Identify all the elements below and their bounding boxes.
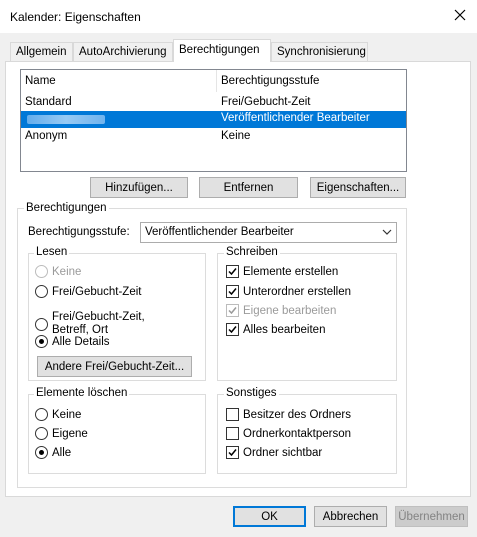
add-button[interactable]: Hinzufügen...: [90, 177, 188, 198]
chevron-down-icon: [382, 227, 392, 239]
properties-button[interactable]: Eigenschaften...: [310, 177, 406, 198]
row-level: Veröffentlichender Bearbeiter: [221, 112, 370, 124]
column-separator: [216, 70, 217, 92]
radio-button[interactable]: [35, 427, 48, 440]
write-option-edit-own[interactable]: Eigene bearbeiten: [226, 304, 336, 317]
option-label: Keine: [52, 408, 82, 421]
option-label: Besitzer des Ordners: [243, 408, 352, 421]
radio-button[interactable]: [35, 446, 48, 459]
option-label: Alle Details: [52, 335, 110, 348]
write-option-edit-all[interactable]: Alles bearbeiten: [226, 323, 325, 336]
list-row[interactable]: Anonym Keine: [21, 129, 406, 146]
option-label: Alle: [52, 446, 72, 459]
write-option-create-items[interactable]: Elemente erstellen: [226, 265, 338, 278]
tab-synchronisierung[interactable]: Synchronisierung: [271, 42, 368, 61]
close-icon[interactable]: [448, 3, 472, 27]
tab-autoarchivierung[interactable]: AutoArchivierung: [73, 42, 173, 61]
checkbox[interactable]: [226, 265, 239, 278]
list-header: Name Berechtigungsstufe: [21, 70, 406, 92]
level-select-value: Veröffentlichender Bearbeiter: [145, 226, 294, 238]
option-label: Eigene bearbeiten: [243, 304, 337, 317]
delete-option-all[interactable]: Alle: [35, 446, 71, 459]
tab-berechtigungen[interactable]: Berechtigungen: [173, 39, 271, 62]
column-name-header[interactable]: Name: [25, 75, 56, 87]
window-title: Kalender: Eigenschaften: [10, 10, 141, 24]
option-label: Elemente erstellen: [243, 265, 339, 278]
option-label: Alles bearbeiten: [243, 323, 326, 336]
option-label-line1: Frei/Gebucht-Zeit,: [52, 311, 145, 323]
option-label: Eigene: [52, 427, 88, 440]
radio-button[interactable]: [35, 265, 48, 278]
read-option-freebusy-subject[interactable]: Frei/Gebucht-Zeit, Betreff, Ort: [35, 311, 145, 337]
other-freebusy-button[interactable]: Andere Frei/Gebucht-Zeit...: [37, 356, 192, 377]
row-level: Frei/Gebucht-Zeit: [221, 96, 311, 108]
row-level: Keine: [221, 130, 251, 142]
read-option-freebusy[interactable]: Frei/Gebucht-Zeit: [35, 285, 141, 298]
checkbox[interactable]: [226, 285, 239, 298]
apply-button[interactable]: Übernehmen: [395, 506, 468, 527]
redacted-name: [27, 115, 105, 124]
checkbox[interactable]: [226, 323, 239, 336]
other-group-label: Sonstiges: [224, 387, 279, 399]
other-option-folder-visible[interactable]: Ordner sichtbar: [226, 446, 322, 459]
option-label: Ordner sichtbar: [243, 446, 323, 459]
read-option-all-details[interactable]: Alle Details: [35, 335, 110, 348]
other-option-folder-contact[interactable]: Ordnerkontaktperson: [226, 427, 351, 440]
checkbox[interactable]: [226, 304, 239, 317]
delete-option-none[interactable]: Keine: [35, 408, 81, 421]
write-option-create-subfolders[interactable]: Unterordner erstellen: [226, 285, 351, 298]
option-label: Frei/Gebucht-Zeit: [52, 285, 142, 298]
radio-button[interactable]: [35, 285, 48, 298]
permissions-group-label: Berechtigungen: [24, 202, 109, 214]
option-label: Keine: [52, 265, 82, 278]
delete-option-own[interactable]: Eigene: [35, 427, 88, 440]
row-name: Standard: [25, 96, 72, 108]
cancel-button[interactable]: Abbrechen: [314, 506, 387, 527]
radio-button[interactable]: [35, 317, 48, 331]
checkbox[interactable]: [226, 446, 239, 459]
read-group-label: Lesen: [34, 246, 70, 258]
list-row-selected[interactable]: Veröffentlichender Bearbeiter: [21, 111, 406, 128]
radio-button[interactable]: [35, 335, 48, 348]
read-option-none[interactable]: Keine: [35, 265, 81, 278]
level-label: Berechtigungsstufe:: [28, 226, 130, 238]
checkbox[interactable]: [226, 408, 239, 421]
row-name: Anonym: [25, 130, 68, 142]
list-row[interactable]: Standard Frei/Gebucht-Zeit: [21, 95, 406, 112]
level-select[interactable]: Veröffentlichender Bearbeiter: [140, 222, 397, 243]
other-option-folder-owner[interactable]: Besitzer des Ordners: [226, 408, 351, 421]
radio-button[interactable]: [35, 408, 48, 421]
write-group-label: Schreiben: [224, 246, 280, 258]
column-level-header[interactable]: Berechtigungsstufe: [221, 75, 319, 87]
checkbox[interactable]: [226, 427, 239, 440]
remove-button[interactable]: Entfernen: [199, 177, 298, 198]
tab-allgemein[interactable]: Allgemein: [10, 42, 73, 61]
option-label: Unterordner erstellen: [243, 285, 352, 298]
option-label: Ordnerkontaktperson: [243, 427, 352, 440]
ok-button[interactable]: OK: [233, 506, 306, 527]
option-label: Frei/Gebucht-Zeit, Betreff, Ort: [52, 311, 145, 337]
delete-group-label: Elemente löschen: [34, 387, 130, 399]
